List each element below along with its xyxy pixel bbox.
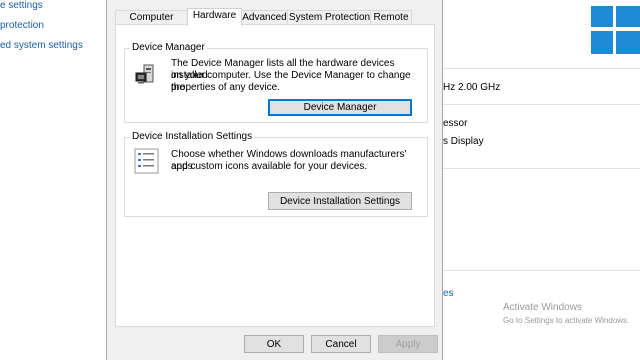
device-installation-desc-2: and custom icons available for your devi… — [171, 161, 368, 172]
device-installation-group-title: Device Installation Settings — [130, 131, 255, 142]
tab-hardware[interactable]: Hardware — [187, 8, 242, 26]
tab-computer-name[interactable]: Computer Name — [115, 10, 188, 37]
processor-speed: Hz 2.00 GHz — [443, 82, 501, 93]
device-manager-button[interactable]: Device Manager — [268, 99, 412, 116]
change-settings-link[interactable]: es — [443, 288, 454, 299]
hardware-tab-page: Device Manager The Device Manager lists … — [115, 24, 435, 327]
ok-button[interactable]: OK — [244, 335, 304, 353]
tab-system-protection[interactable]: System Protection — [287, 10, 372, 25]
device-manager-group: Device Manager The Device Manager lists … — [124, 42, 428, 123]
divider — [443, 68, 640, 69]
tab-remote[interactable]: Remote — [370, 10, 412, 25]
device-installation-group: Device Installation Settings Choose whet… — [124, 131, 428, 217]
device-manager-desc-3: properties of any device. — [171, 82, 280, 93]
advanced-system-settings-link[interactable]: ed system settings — [0, 40, 83, 51]
cancel-button[interactable]: Cancel — [311, 335, 371, 353]
control-panel-sidebar: e settings protection ed system settings — [0, 0, 106, 360]
system-properties-dialog: Computer Name Hardware Advanced System P… — [106, 0, 443, 360]
windows-logo-icon — [591, 6, 640, 54]
remote-settings-link[interactable]: e settings — [0, 0, 43, 11]
tab-advanced[interactable]: Advanced — [240, 10, 289, 25]
device-manager-icon — [135, 64, 154, 84]
divider — [443, 168, 640, 169]
divider — [443, 104, 640, 105]
system-protection-link[interactable]: protection — [0, 20, 44, 31]
divider — [443, 270, 640, 271]
activate-windows-title: Activate Windows — [503, 302, 582, 313]
apply-button[interactable]: Apply — [378, 335, 438, 353]
pen-touch-info: s Display — [443, 136, 484, 147]
device-manager-group-title: Device Manager — [130, 42, 207, 53]
checklist-icon — [134, 148, 159, 174]
device-installation-settings-button[interactable]: Device Installation Settings — [268, 192, 412, 210]
activate-windows-subtitle: Go to Settings to activate Windows. — [503, 316, 630, 325]
system-type: essor — [443, 118, 468, 129]
